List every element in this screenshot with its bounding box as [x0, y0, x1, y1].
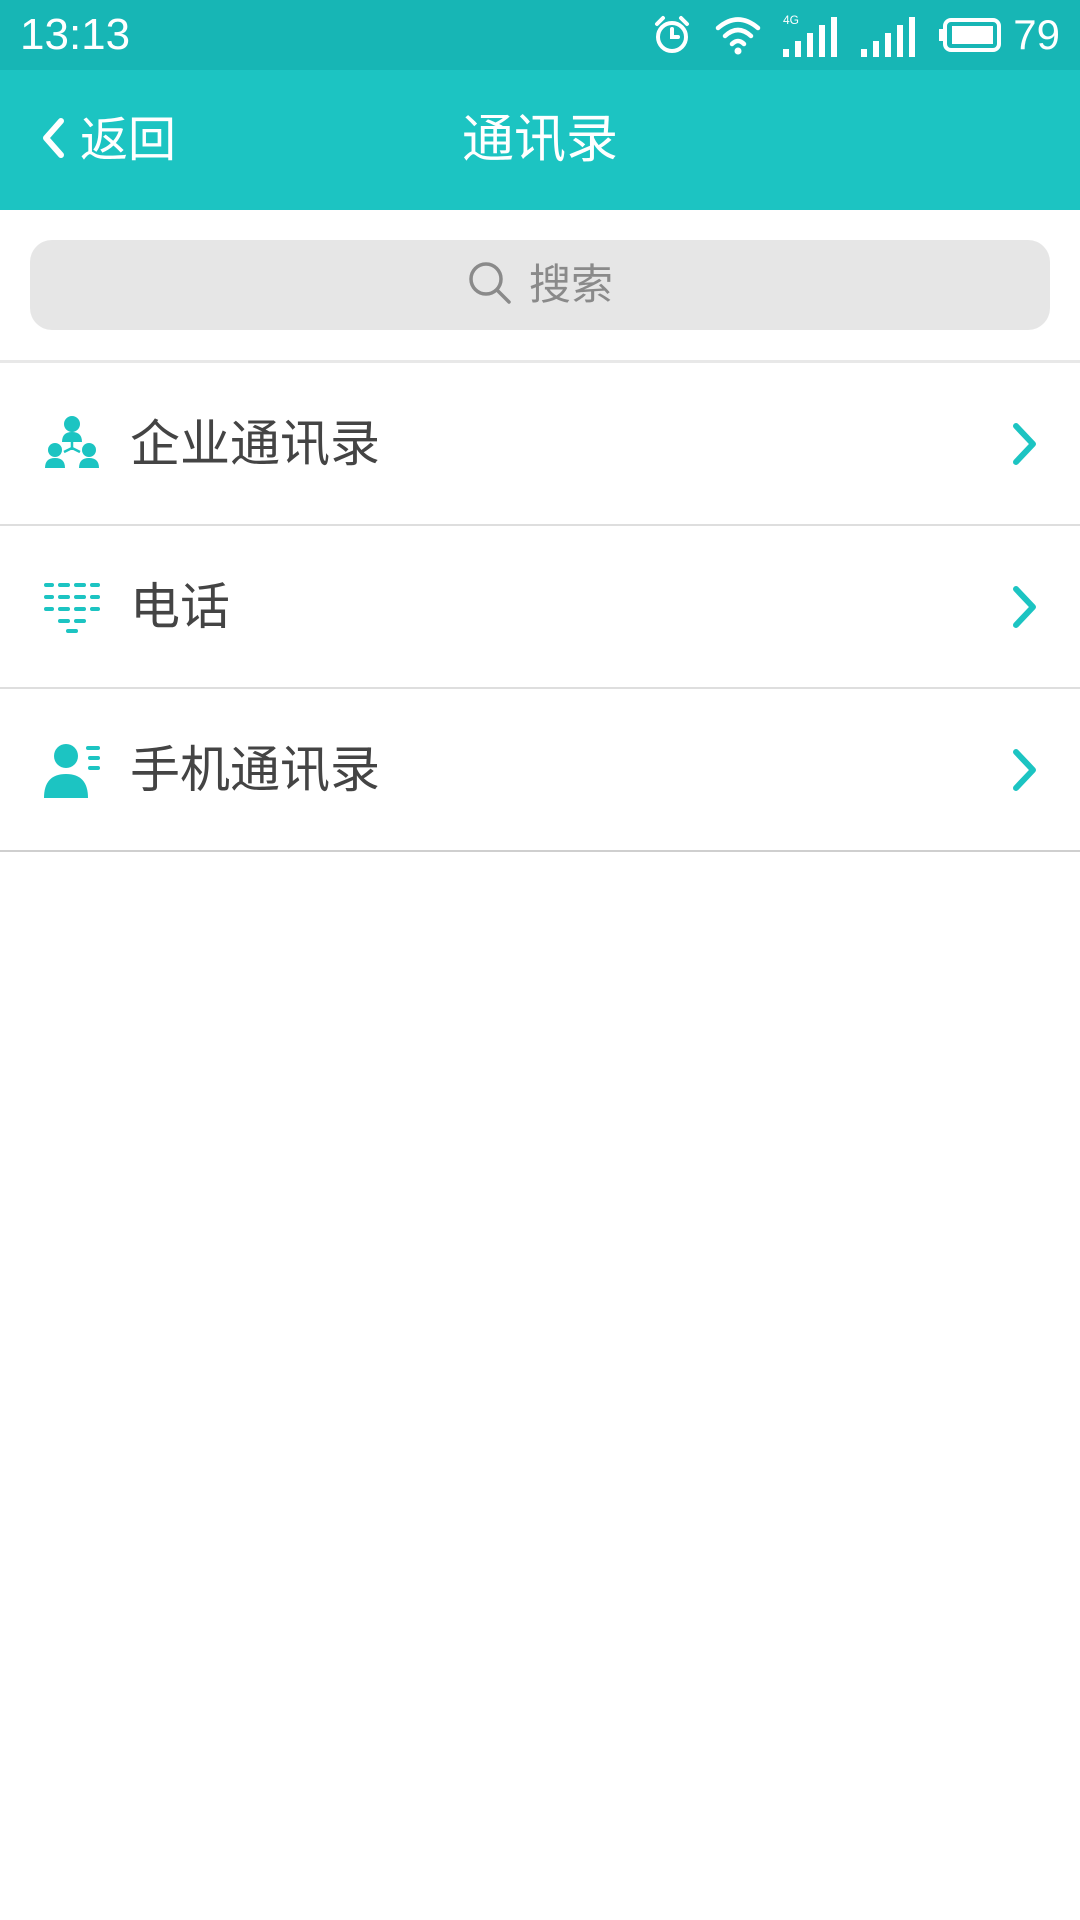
nav-bar: 通讯录 返回 [0, 70, 1080, 210]
back-label: 返回 [80, 112, 177, 168]
list-item-enterprise-directory[interactable]: 企业通讯录 [0, 363, 1080, 526]
search-icon [467, 260, 513, 310]
organization-icon [42, 414, 102, 474]
search-inner: 搜索 [467, 255, 613, 315]
page: 13:13 4G 79 通讯录 返回 搜索 企业通讯录 电话 手机通讯录 [0, 0, 1080, 1920]
search-placeholder: 搜索 [528, 260, 613, 309]
list-item-label: 手机通讯录 [130, 740, 380, 799]
contact-card-icon [42, 740, 102, 800]
network-type-label: 4G [783, 13, 799, 27]
back-button[interactable]: 返回 [40, 105, 176, 175]
list-item-phone[interactable]: 电话 [0, 526, 1080, 689]
battery-icon [937, 17, 1003, 53]
phone-list-icon [42, 577, 102, 637]
list-item-label: 企业通讯录 [130, 414, 380, 473]
wifi-icon [715, 15, 761, 55]
status-time: 13:13 [20, 10, 131, 59]
status-bar: 13:13 4G 79 [0, 0, 1080, 70]
alarm-icon [651, 14, 693, 56]
signal-4g-icon: 4G [781, 13, 838, 57]
chevron-left-icon [40, 116, 66, 164]
search-input[interactable]: 搜索 [30, 240, 1050, 330]
chevron-right-icon [1008, 583, 1040, 631]
battery-level: 79 [1013, 11, 1060, 58]
chevron-right-icon [1008, 746, 1040, 794]
signal-icon [859, 13, 916, 57]
list-item-phone-contacts[interactable]: 手机通讯录 [0, 689, 1080, 852]
status-icons: 4G 79 [651, 8, 1060, 62]
contacts-menu-list: 企业通讯录 电话 手机通讯录 [0, 363, 1080, 852]
list-item-label: 电话 [130, 577, 230, 636]
chevron-right-icon [1008, 420, 1040, 468]
